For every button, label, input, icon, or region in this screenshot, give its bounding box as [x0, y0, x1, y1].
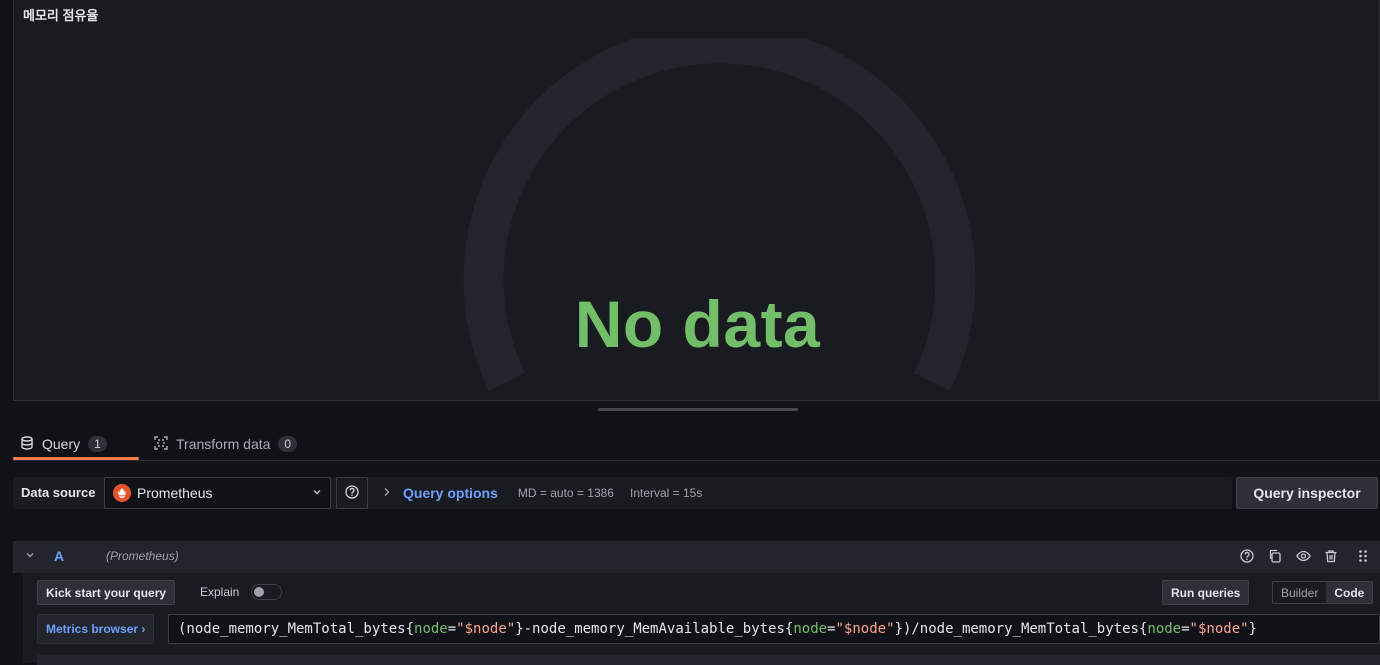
- tab-query[interactable]: Query 1: [20, 428, 107, 460]
- query-ref-id[interactable]: A: [54, 548, 64, 564]
- query-options-toggle[interactable]: Query options MD = auto = 1386 Interval …: [375, 477, 718, 509]
- promql-token: =: [447, 621, 457, 637]
- query-row-header: [13, 541, 1380, 573]
- datasource-label: Data source: [21, 485, 96, 500]
- kick-start-button[interactable]: Kick start your query: [37, 580, 176, 605]
- chevron-right-icon: [383, 486, 391, 500]
- chevron-down-icon: [312, 486, 322, 500]
- promql-label-token: node: [414, 621, 448, 637]
- explain-label: Explain: [200, 585, 240, 599]
- promql-string-token: "$node": [1189, 621, 1249, 637]
- editor-mode-switch: Builder Code: [1272, 581, 1374, 604]
- prometheus-icon: [113, 484, 131, 502]
- promql-token: =: [827, 621, 836, 637]
- promql-token: }: [1248, 621, 1257, 637]
- database-icon: [20, 435, 34, 453]
- drag-handle-icon[interactable]: [1355, 548, 1371, 564]
- promql-token: (node_memory_MemTotal_bytes{: [178, 621, 415, 637]
- promql-label-token: node: [793, 621, 828, 637]
- tab-query-count: 1: [88, 436, 107, 452]
- no-data-text: No data: [574, 287, 821, 361]
- datasource-name: Prometheus: [137, 485, 213, 501]
- promql-query-input[interactable]: (node_memory_MemTotal_bytes{node = "$node"…: [168, 614, 1380, 644]
- promql-token: =: [1181, 621, 1190, 637]
- tabs-divider: [13, 460, 1380, 461]
- tab-transform-count: 0: [278, 436, 298, 452]
- panel-resize-handle[interactable]: [598, 408, 798, 411]
- max-data-points-info: MD = auto = 1386: [517, 486, 614, 500]
- metrics-browser-button[interactable]: Metrics browser ›: [37, 614, 155, 644]
- promql-token: }-node_memory_MemAvailable_bytes{: [515, 621, 794, 637]
- datasource-help-button[interactable]: [336, 477, 368, 509]
- duplicate-icon[interactable]: [1267, 548, 1283, 564]
- question-circle-icon: [345, 484, 359, 502]
- query-options-label: Query options: [403, 485, 498, 501]
- toggle-knob: [254, 587, 264, 597]
- mode-code[interactable]: Code: [1326, 582, 1373, 603]
- trash-icon[interactable]: [1323, 548, 1339, 564]
- help-icon[interactable]: [1239, 548, 1255, 564]
- collapse-chevron-icon[interactable]: [25, 550, 35, 563]
- tab-transform-label: Transform data: [176, 436, 271, 452]
- datasource-select[interactable]: Prometheus: [104, 477, 331, 509]
- eye-icon[interactable]: [1295, 548, 1311, 564]
- promql-string-token: "$node": [835, 621, 895, 637]
- panel: 메모리 점유율 No data: [13, 0, 1380, 401]
- options-row: [37, 655, 1380, 665]
- tab-transform-data[interactable]: Transform data 0: [154, 428, 298, 460]
- query-inspector-button[interactable]: Query inspector: [1236, 477, 1378, 509]
- tab-query-label: Query: [42, 436, 81, 452]
- query-datasource-hint: (Prometheus): [106, 549, 179, 563]
- run-queries-button[interactable]: Run queries: [1162, 580, 1250, 605]
- mode-builder[interactable]: Builder: [1273, 582, 1326, 603]
- explain-toggle[interactable]: [251, 584, 282, 600]
- promql-label-token: node: [1147, 621, 1182, 637]
- panel-title: 메모리 점유율: [23, 8, 99, 23]
- query-row-actions: [1239, 548, 1371, 564]
- interval-info: Interval = 15s: [629, 486, 703, 500]
- transform-icon: [154, 435, 168, 453]
- promql-token: })/node_memory_MemTotal_bytes{: [894, 621, 1148, 637]
- promql-string-token: "$node": [456, 621, 516, 637]
